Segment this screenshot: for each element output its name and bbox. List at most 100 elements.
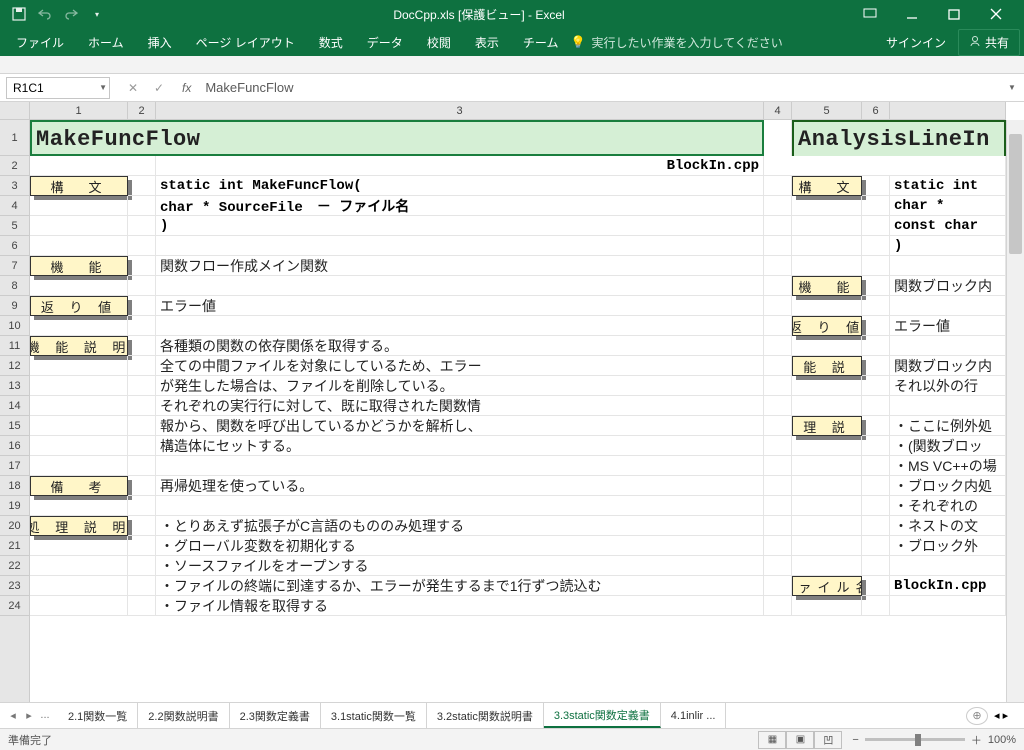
cell[interactable] <box>862 316 890 336</box>
cell[interactable]: それぞれの実行行に対して、既に取得された関数情 <box>156 396 764 416</box>
cell[interactable] <box>128 236 156 256</box>
cell[interactable] <box>862 276 890 296</box>
cell[interactable] <box>764 576 792 596</box>
row-header[interactable]: 11 <box>0 336 29 356</box>
row-header[interactable]: 19 <box>0 496 29 516</box>
cell[interactable] <box>156 456 764 476</box>
cell[interactable] <box>764 556 792 576</box>
cell[interactable] <box>128 516 156 536</box>
cell[interactable] <box>30 436 128 456</box>
cell[interactable] <box>862 176 890 196</box>
cell[interactable] <box>862 396 890 416</box>
cell[interactable] <box>764 256 792 276</box>
cell[interactable]: BlockIn.cpp <box>156 156 764 176</box>
cell[interactable] <box>792 516 862 536</box>
row-header[interactable]: 14 <box>0 396 29 416</box>
cell[interactable]: が発生した場合は、ファイルを削除している。 <box>156 376 764 396</box>
cell[interactable] <box>792 236 862 256</box>
cell[interactable]: AnalysisLineIn <box>792 120 1006 156</box>
sheet-tab[interactable]: 2.1関数一覧 <box>58 703 138 728</box>
cell[interactable] <box>128 396 156 416</box>
cell[interactable] <box>792 296 862 316</box>
select-all-corner[interactable] <box>0 102 30 120</box>
horizontal-scrollbar[interactable]: ◂ ▸ <box>994 709 1024 722</box>
cell[interactable] <box>862 376 890 396</box>
cell[interactable] <box>862 436 890 456</box>
cell[interactable] <box>862 296 890 316</box>
row-header[interactable]: 18 <box>0 476 29 496</box>
column-header[interactable]: 6 <box>862 102 890 119</box>
cell[interactable]: 構 文 <box>792 176 862 196</box>
cell[interactable] <box>764 476 792 496</box>
cell[interactable] <box>764 436 792 456</box>
cell[interactable]: ・グローバル変数を初期化する <box>156 536 764 556</box>
cell[interactable] <box>30 536 128 556</box>
cell[interactable]: ・とりあえず拡張子がC言語のもののみ処理する <box>156 516 764 536</box>
cell[interactable] <box>30 416 128 436</box>
cell[interactable] <box>862 516 890 536</box>
scrollbar-thumb[interactable] <box>1009 134 1022 254</box>
cell[interactable]: それ以外の行 <box>890 376 1006 396</box>
qat-dd-icon[interactable]: ▾ <box>86 3 108 25</box>
name-box[interactable]: R1C1 ▼ <box>6 77 110 99</box>
ribbon-tab-pagelayout[interactable]: ページ レイアウト <box>184 28 307 56</box>
cell[interactable] <box>128 416 156 436</box>
cell[interactable] <box>764 176 792 196</box>
cell[interactable]: ・MS VC++の場 <box>890 456 1006 476</box>
cell[interactable]: 返 り 値 <box>30 296 128 316</box>
zoom-slider[interactable] <box>865 738 965 741</box>
cell[interactable] <box>890 396 1006 416</box>
signin-button[interactable]: サインイン <box>874 34 958 51</box>
cell[interactable] <box>128 356 156 376</box>
cell[interactable] <box>764 596 792 616</box>
row-header[interactable]: 13 <box>0 376 29 396</box>
cell[interactable]: 再帰処理を使っている。 <box>156 476 764 496</box>
row-header[interactable]: 4 <box>0 196 29 216</box>
cell[interactable] <box>30 376 128 396</box>
row-header[interactable]: 3 <box>0 176 29 196</box>
cell[interactable]: 構 文 <box>30 176 128 196</box>
cell[interactable] <box>862 416 890 436</box>
sheet-tab[interactable]: 3.2static関数説明書 <box>427 703 544 728</box>
row-header[interactable]: 1 <box>0 120 29 156</box>
cell[interactable] <box>30 276 128 296</box>
cell[interactable] <box>764 156 1006 176</box>
cell[interactable] <box>792 476 862 496</box>
cell[interactable]: ) <box>890 236 1006 256</box>
cell[interactable] <box>862 496 890 516</box>
cell[interactable] <box>862 236 890 256</box>
cell[interactable]: 備 考 <box>30 476 128 496</box>
row-header[interactable]: 16 <box>0 436 29 456</box>
cell[interactable] <box>156 276 764 296</box>
cell[interactable] <box>792 556 862 576</box>
cell[interactable] <box>862 536 890 556</box>
row-header[interactable]: 21 <box>0 536 29 556</box>
cell[interactable]: 全ての中間ファイルを対象にしているため、エラー <box>156 356 764 376</box>
cell[interactable] <box>862 196 890 216</box>
cell[interactable]: const char <box>890 216 1006 236</box>
cell[interactable] <box>764 356 792 376</box>
cell[interactable]: エラー値 <box>890 316 1006 336</box>
cell[interactable] <box>156 496 764 516</box>
cell[interactable] <box>792 496 862 516</box>
tell-me[interactable]: 💡 実行したい作業を入力してください <box>570 34 782 51</box>
cell[interactable] <box>128 476 156 496</box>
cell[interactable] <box>792 216 862 236</box>
cell[interactable]: 機 能 <box>30 256 128 276</box>
enter-icon[interactable]: ✓ <box>150 81 168 95</box>
cell[interactable]: ・ネストの文 <box>890 516 1006 536</box>
cell[interactable] <box>862 476 890 496</box>
row-header[interactable]: 22 <box>0 556 29 576</box>
save-icon[interactable] <box>8 3 30 25</box>
cell[interactable]: エラー値 <box>156 296 764 316</box>
cell[interactable] <box>128 196 156 216</box>
cell[interactable] <box>890 296 1006 316</box>
ribbon-tab-formulas[interactable]: 数式 <box>307 28 355 56</box>
cell[interactable]: 関数ブロック内 <box>890 356 1006 376</box>
redo-icon[interactable] <box>60 3 82 25</box>
cell[interactable]: 機 能 <box>792 276 862 296</box>
cell[interactable] <box>862 356 890 376</box>
cell[interactable] <box>792 196 862 216</box>
cell[interactable]: 報から、関数を呼び出しているかどうかを解析し、 <box>156 416 764 436</box>
column-header[interactable]: 3 <box>156 102 764 119</box>
